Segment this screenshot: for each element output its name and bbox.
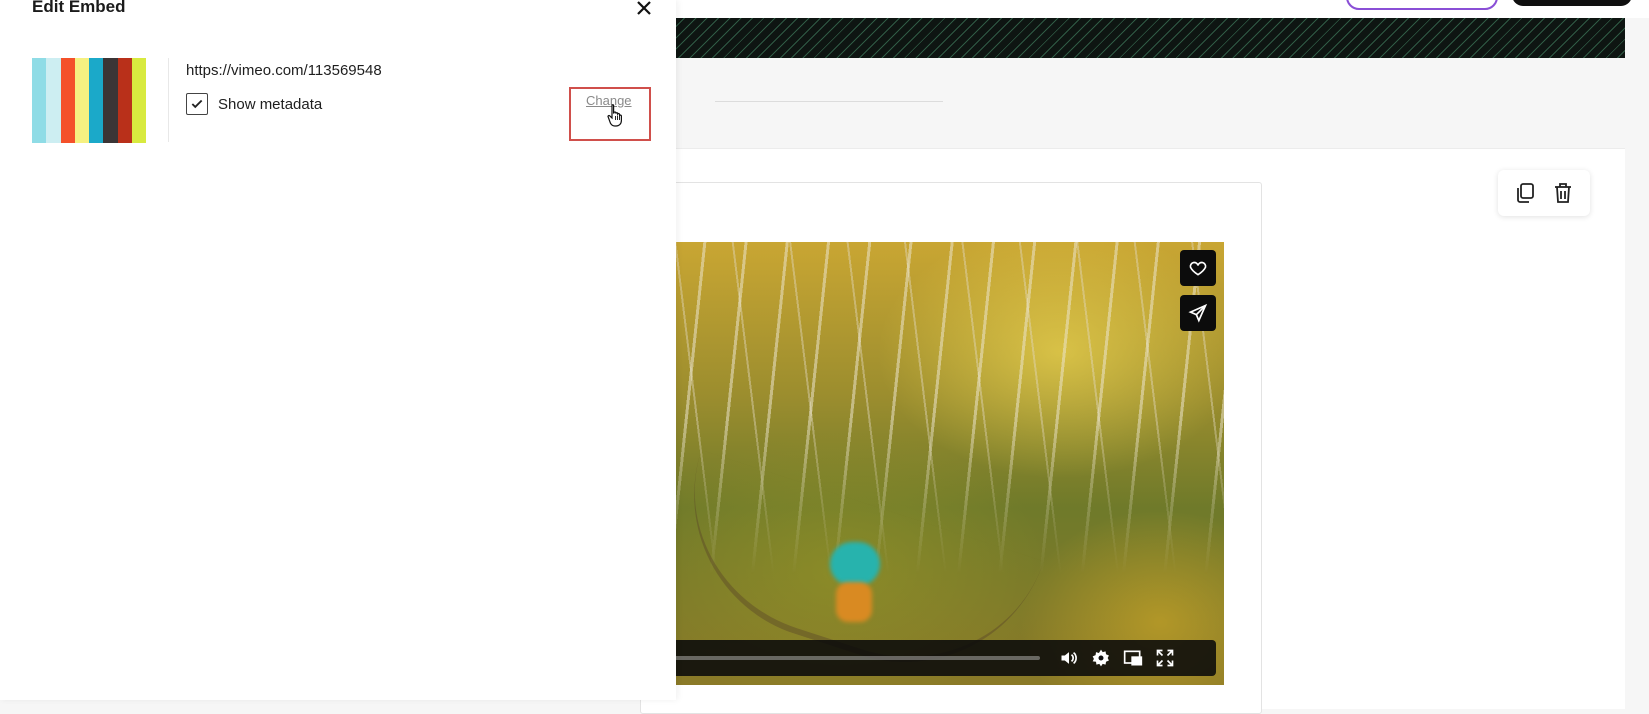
pip-icon — [1123, 650, 1143, 666]
thumbnail-stripe — [60, 58, 75, 143]
delete-button[interactable] — [1548, 178, 1578, 208]
volume-button[interactable] — [1058, 647, 1080, 669]
close-button[interactable] — [632, 0, 656, 20]
thumbnail-stripe — [89, 58, 104, 143]
show-metadata-toggle[interactable]: Show metadata — [186, 93, 322, 115]
panel-divider — [168, 58, 169, 142]
edit-embed-panel: Edit Embed https://vimeo.com/113569548 S… — [0, 0, 676, 700]
heart-icon — [1189, 261, 1207, 276]
like-button[interactable] — [1180, 250, 1216, 286]
send-icon — [1188, 303, 1208, 323]
thumbnail-stripe — [103, 58, 118, 143]
embed-url: https://vimeo.com/113569548 — [186, 62, 382, 79]
fullscreen-icon — [1156, 649, 1174, 667]
outline-button[interactable] — [1346, 0, 1498, 10]
block-toolbar — [1498, 170, 1590, 216]
volume-icon — [1061, 651, 1077, 665]
thumbnail-stripe — [46, 58, 61, 143]
pip-button[interactable] — [1122, 647, 1144, 669]
thumbnail-stripe — [32, 58, 47, 143]
video-controls — [640, 640, 1216, 676]
close-icon — [637, 1, 651, 15]
primary-button[interactable] — [1512, 0, 1632, 6]
settings-button[interactable] — [1090, 647, 1112, 669]
hand-pointer-icon — [607, 104, 622, 127]
video-frame-rider — [830, 542, 880, 586]
show-metadata-label: Show metadata — [218, 95, 323, 113]
progress-bar[interactable] — [640, 656, 1040, 660]
embed-thumbnail — [32, 58, 146, 143]
settings-icon — [1092, 649, 1109, 667]
share-button[interactable] — [1180, 295, 1216, 331]
divider-line — [715, 101, 943, 102]
panel-title: Edit Embed — [32, 0, 126, 16]
checkmark-icon — [191, 99, 203, 109]
header-banner-image — [640, 18, 1625, 58]
show-metadata-checkbox[interactable] — [186, 93, 208, 115]
thumbnail-stripe — [74, 58, 89, 143]
fullscreen-button[interactable] — [1154, 647, 1176, 669]
copy-icon — [1517, 183, 1534, 203]
thumbnail-stripe — [117, 58, 132, 143]
video-player[interactable] — [640, 242, 1224, 685]
trash-icon — [1555, 183, 1571, 203]
duplicate-button[interactable] — [1510, 178, 1540, 208]
thumbnail-stripe — [131, 58, 146, 143]
video-frame-rider — [836, 582, 872, 622]
